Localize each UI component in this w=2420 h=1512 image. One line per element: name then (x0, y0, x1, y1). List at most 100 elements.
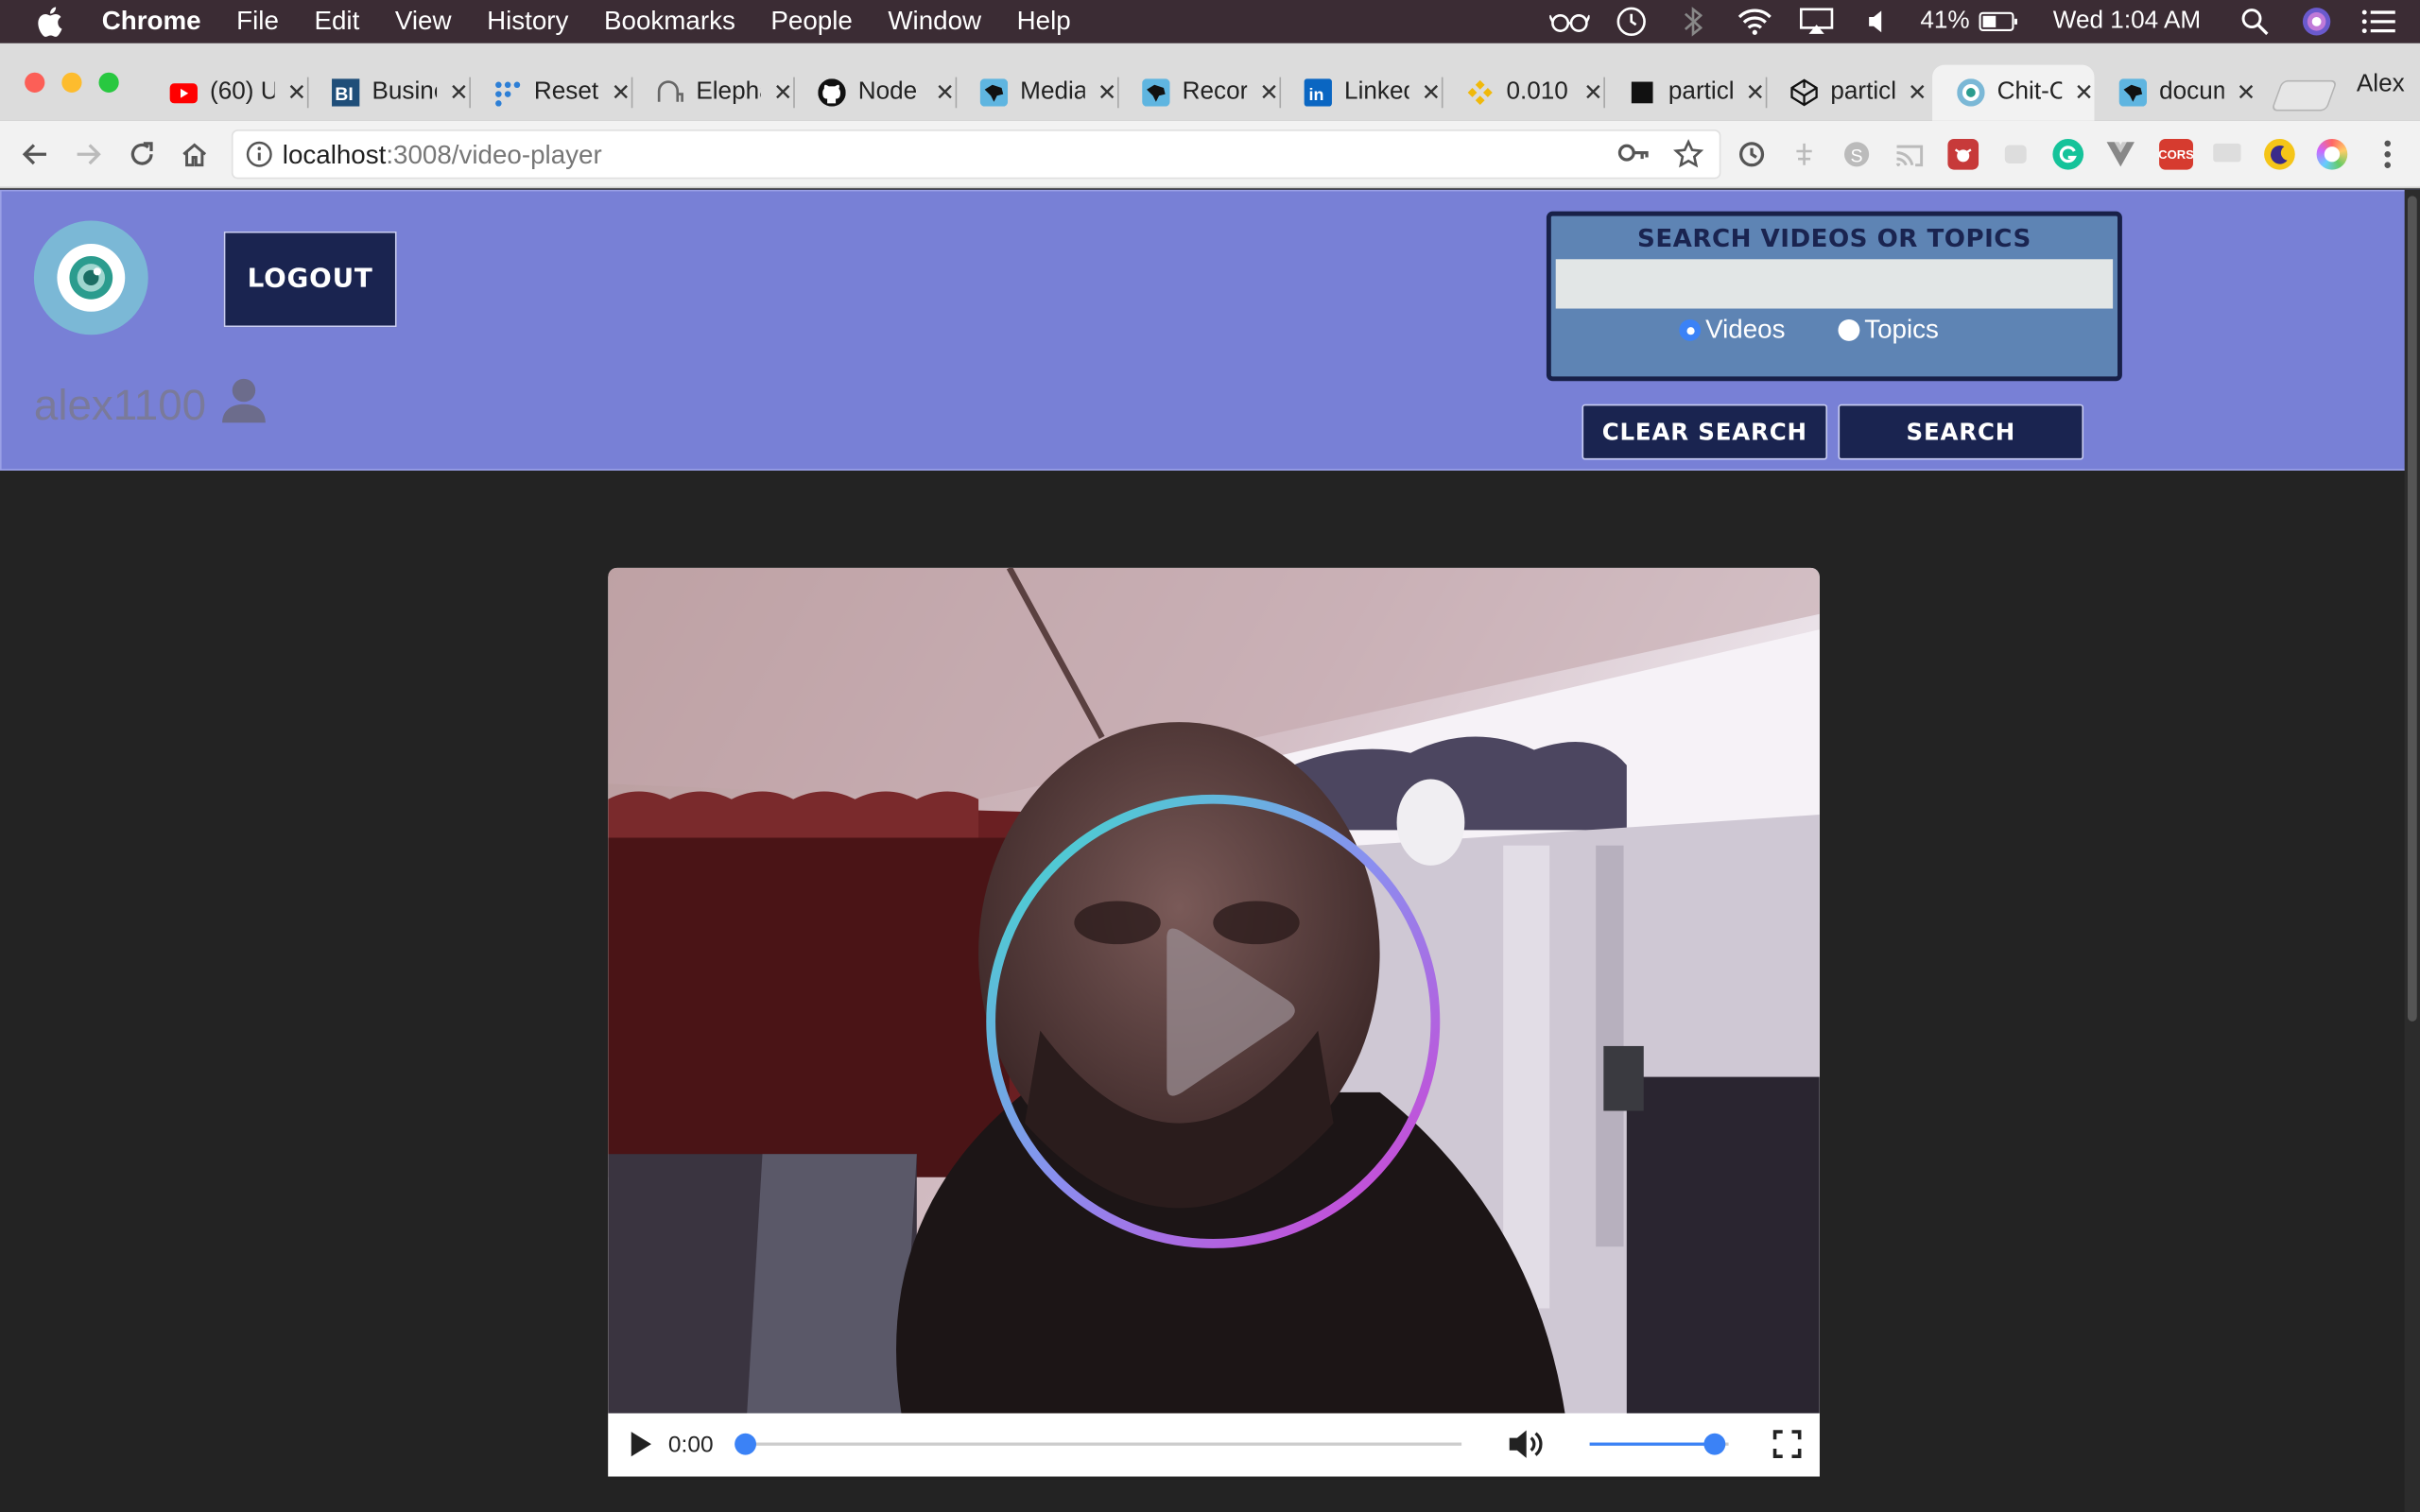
menu-help[interactable]: Help (1017, 0, 1071, 43)
tab-linkedin[interactable]: in LinkedIn ✕ (1279, 65, 1441, 121)
siri-icon[interactable] (2296, 5, 2336, 39)
notification-center-icon[interactable] (2359, 5, 2398, 39)
ext-cast-icon[interactable] (1893, 139, 1925, 170)
home-icon[interactable] (176, 136, 213, 173)
menu-app-name[interactable]: Chrome (102, 0, 201, 43)
app-logo[interactable] (33, 220, 148, 335)
tab-github[interactable]: Node ✕ (793, 65, 955, 121)
close-tab-icon[interactable]: ✕ (2074, 78, 2094, 107)
menu-people[interactable]: People (770, 0, 852, 43)
progress-handle[interactable] (735, 1433, 756, 1455)
volume-icon[interactable] (1858, 5, 1898, 39)
menu-edit[interactable]: Edit (314, 0, 359, 43)
menu-window[interactable]: Window (888, 0, 981, 43)
page-scrollbar[interactable] (2404, 189, 2420, 1512)
scrollbar-thumb[interactable] (2407, 196, 2417, 1022)
close-tab-icon[interactable]: ✕ (2237, 78, 2256, 107)
close-window-button[interactable] (25, 72, 45, 93)
radio-videos-dot[interactable] (1679, 318, 1702, 341)
chrome-menu-icon[interactable] (2369, 136, 2406, 173)
search-input[interactable] (1555, 259, 2114, 309)
ext-moon-icon[interactable] (2264, 138, 2295, 170)
forward-icon[interactable] (69, 136, 106, 173)
menu-bookmarks[interactable]: Bookmarks (604, 0, 735, 43)
close-tab-icon[interactable]: ✕ (1746, 78, 1766, 107)
ext-skype-icon[interactable]: S (1841, 139, 1873, 170)
reload-icon[interactable] (124, 136, 161, 173)
tab-record[interactable]: Record ✕ (1117, 65, 1279, 121)
apple-icon[interactable] (37, 7, 71, 38)
battery-icon[interactable] (1979, 5, 2018, 39)
close-tab-icon[interactable]: ✕ (1422, 78, 1442, 107)
airplay-icon[interactable] (1797, 5, 1837, 39)
close-tab-icon[interactable]: ✕ (1259, 78, 1279, 107)
close-tab-icon[interactable]: ✕ (1583, 78, 1603, 107)
ext-cors-icon[interactable]: CORS (2158, 138, 2194, 170)
radio-topics-dot[interactable] (1838, 318, 1860, 341)
profile-name[interactable]: Alex (2357, 71, 2405, 98)
new-tab-button[interactable] (2271, 79, 2338, 112)
tab-elephant[interactable]: Elephant ✕ (631, 65, 793, 121)
spotlight-icon[interactable] (2235, 5, 2274, 39)
tab-reset[interactable]: Reset ✕ (469, 65, 631, 121)
zoom-window-button[interactable] (98, 72, 119, 93)
glasses-icon[interactable] (1549, 5, 1590, 39)
tab-youtube[interactable]: (60) U ✕ (145, 65, 306, 121)
menu-view[interactable]: View (395, 0, 452, 43)
bluetooth-icon[interactable] (1673, 5, 1713, 39)
ext-pocket-icon[interactable] (2000, 139, 2031, 170)
tab-label: particle (1830, 78, 1895, 106)
fullscreen-icon[interactable] (1772, 1426, 1803, 1463)
close-tab-icon[interactable]: ✕ (935, 78, 955, 107)
url-path: :3008/video-player (386, 140, 602, 170)
volume-track[interactable] (1589, 1433, 1729, 1455)
tab-binance[interactable]: 0.010 ✕ (1441, 65, 1603, 121)
key-icon[interactable] (1617, 141, 1651, 173)
tab-particle-1[interactable]: particle ✕ (1603, 65, 1765, 121)
tab-media[interactable]: Media ✕ (955, 65, 1117, 121)
tab-label: Elephant (696, 78, 761, 106)
clear-search-button[interactable]: CLEAR SEARCH (1582, 404, 1828, 460)
close-tab-icon[interactable]: ✕ (612, 78, 631, 107)
volume-icon[interactable] (1506, 1426, 1546, 1463)
close-tab-icon[interactable]: ✕ (1908, 78, 1927, 107)
close-tab-icon[interactable]: ✕ (287, 78, 307, 107)
close-tab-icon[interactable]: ✕ (773, 78, 793, 107)
tab-chit-chat[interactable]: Chit-Chat ✕ (1932, 64, 2095, 121)
back-icon[interactable] (17, 136, 54, 173)
progress-track[interactable] (735, 1433, 1462, 1455)
play-icon[interactable] (627, 1426, 654, 1463)
tab-particle-2[interactable]: particle ✕ (1765, 65, 1927, 121)
ext-screen-icon[interactable] (2212, 139, 2243, 170)
ext-grammarly-icon[interactable] (2052, 138, 2084, 170)
tab-business-insider[interactable]: BI Business ✕ (306, 65, 469, 121)
close-tab-icon[interactable]: ✕ (1098, 78, 1117, 107)
info-icon[interactable] (246, 141, 273, 177)
url-text[interactable]: localhost:3008/video-player (283, 141, 602, 172)
radio-topics[interactable]: Topics (1838, 315, 1939, 346)
bookmark-star-icon[interactable] (1673, 139, 1704, 178)
ext-tree-icon[interactable] (1789, 139, 1820, 170)
logout-button[interactable]: LOGOUT (223, 231, 397, 328)
close-tab-icon[interactable]: ✕ (449, 78, 469, 107)
volume-handle[interactable] (1703, 1433, 1726, 1455)
radio-videos[interactable]: Videos (1679, 315, 1785, 346)
ext-color-icon[interactable] (2316, 138, 2348, 170)
minimize-window-button[interactable] (61, 72, 82, 93)
tab-docum[interactable]: docum ✕ (2095, 65, 2256, 121)
wifi-icon[interactable] (1735, 5, 1774, 39)
ext-bug-icon[interactable] (1947, 138, 1979, 170)
address-bar[interactable]: localhost:3008/video-player (231, 129, 1721, 180)
menubar-clock[interactable]: Wed 1:04 AM (2053, 8, 2201, 35)
menu-file[interactable]: File (236, 0, 279, 43)
ext-vue-icon[interactable] (2105, 139, 2136, 170)
time-machine-icon[interactable] (1612, 5, 1651, 39)
menu-history[interactable]: History (487, 0, 568, 43)
ext-sync-icon[interactable] (1737, 139, 1768, 170)
svg-text:in: in (1308, 85, 1323, 104)
video-player[interactable]: 0:00 (608, 567, 1820, 1477)
user-icon (218, 376, 268, 433)
search-type-radios: Videos Topics (1551, 315, 2118, 349)
search-button[interactable]: SEARCH (1838, 404, 2084, 460)
video-frame[interactable] (608, 567, 1820, 1414)
